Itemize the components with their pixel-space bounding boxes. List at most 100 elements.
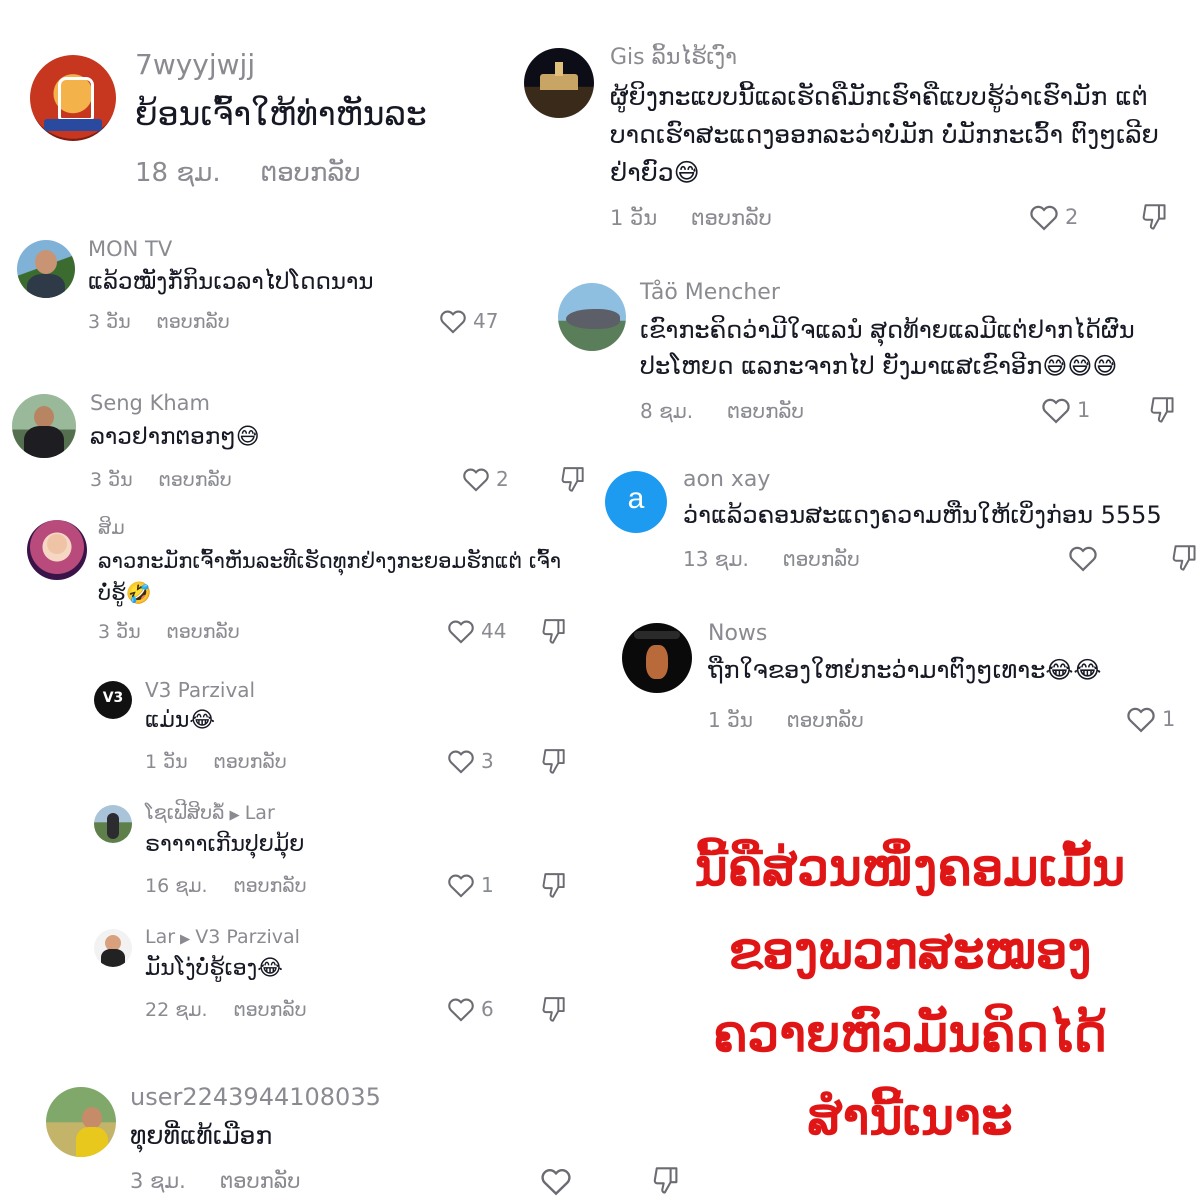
overlay-line: ສຳນີ້ເນາະ [807,1087,1013,1146]
like-button[interactable]: 1 [447,872,494,898]
comment-text: ລາວຢາກຕອກໆ😅 [90,424,260,450]
reply-button[interactable]: ຕອບກລັບ [727,399,804,423]
comment-meta: 3 ວັນ ຕອບກລັບ [90,469,232,491]
avatar-letter: a [627,482,645,515]
heart-icon [463,468,489,492]
avatar[interactable] [622,623,692,693]
like-button[interactable]: 2 [462,466,509,492]
comment-time: 1 ວັນ [610,206,658,230]
avatar[interactable] [524,48,594,118]
comment-username[interactable]: Nows [708,621,767,646]
dislike-icon[interactable] [1149,396,1176,425]
dislike-icon[interactable] [541,996,567,1024]
dislike-icon[interactable] [541,872,567,900]
reply-author[interactable]: Lar [145,926,175,948]
comment-time: 8 ຊມ. [640,399,694,423]
dislike-icon[interactable] [652,1166,680,1196]
avatar[interactable] [94,805,132,843]
avatar[interactable] [12,394,76,458]
comment-username: Lar ▶ V3 Parzival [145,926,300,948]
comment-username[interactable]: 7wyyjwjj [135,48,255,81]
comment-username[interactable]: ສິມ [98,517,125,539]
comment-username[interactable]: Tåö Mencher [640,280,780,305]
avatar[interactable] [17,240,75,298]
reply-button[interactable]: ຕອບກລັບ [261,158,361,188]
heart-icon [448,620,474,644]
like-button[interactable]: 47 [439,308,498,334]
comment-text: ແລ້ວໝັງກໍ້ກິນເວລາໄປໂດດນານ [88,269,374,295]
like-count: 6 [481,997,494,1021]
comment-time: 18 ຊມ. [135,158,221,188]
like-button[interactable]: 2 [1029,203,1078,231]
dislike-icon[interactable] [1141,203,1168,232]
comment-username[interactable]: Seng Kham [90,391,210,415]
comment-time: 13 ຊມ. [683,547,749,571]
avatar[interactable]: V3 [94,681,132,719]
like-count: 1 [481,873,494,897]
comment-time: 16 ຊມ. [145,875,208,897]
like-button[interactable]: 3 [447,748,494,774]
comment-text: ຍ້ອນເຈົ້າໃຫ້ທ່າຫັນລະ [135,94,427,133]
comment-time: 1 ວັນ [708,708,753,732]
heart-icon [541,1169,571,1196]
heart-icon [440,310,466,334]
avatar[interactable] [558,283,626,351]
overlay-line: ຂອງພວກສະໝອງ [728,921,1092,980]
dislike-icon[interactable] [560,466,586,494]
comment-time: 3 ວັນ [88,311,131,333]
comment-username: ໂຊເຟີສິບລໍ້ ▶ Lar [145,802,275,824]
reply-target[interactable]: V3 Parzival [195,926,300,948]
reply-button[interactable]: ຕອບກລັບ [157,311,230,333]
comment-text: ລາວກະມັກເຈົ້າຫັນລະທີເຮັດທຸກຢ່າງກະຍອມຮັກແ… [98,549,562,605]
comment-text: ເຂົາກະຄິດວ່າມີໃຈແລນໍ ສຸດທ້າຍແລມີແຕ່ຢາກໄດ… [640,316,1135,380]
comment-text: ທຸຍທີ່ແທ້ເມືອກ [130,1121,273,1150]
reply-button[interactable]: ຕອບກລັບ [783,547,860,571]
like-count: 2 [496,467,509,491]
comment-time: 3 ວັນ [90,469,133,491]
comment-username[interactable]: user2243944108035 [130,1083,381,1111]
like-button[interactable]: 6 [447,996,494,1022]
comment-meta: 18 ຊມ. ຕອບກລັບ [135,158,361,188]
reply-button[interactable]: ຕອບກລັບ [167,621,240,643]
like-button[interactable] [1068,544,1098,572]
heart-icon [1127,707,1155,733]
reply-button[interactable]: ຕອບກລັບ [234,875,307,897]
comment-meta: 22 ຊມ. ຕອບກລັບ [145,999,307,1021]
comment-text: ຖືກໃຈຂອງໃຫຍ່ກະວ່າມາຕົງໆເທາະ😂😂 [708,656,1102,684]
avatar[interactable]: a [605,471,667,533]
heart-icon [448,998,474,1022]
reply-target[interactable]: Lar [245,802,275,824]
overlay-line: ນີ້ຄືສ່ວນໜຶ່ງຄອມເມັ້ນ [694,838,1126,897]
like-count: 1 [1077,398,1091,422]
comment-meta: 8 ຊມ. ຕອບກລັບ [640,399,804,423]
avatar[interactable] [94,929,132,967]
like-count: 3 [481,749,494,773]
reply-author[interactable]: ໂຊເຟີສິບລໍ້ [145,802,224,824]
reply-button[interactable]: ຕອບກລັບ [159,469,232,491]
avatar[interactable] [27,520,87,580]
like-button[interactable]: 1 [1126,705,1175,733]
comment-text: ມັນໂງ່ບໍ່ຮູ້ເອງ😂 [145,956,283,981]
avatar[interactable] [30,55,116,141]
comment-username[interactable]: aon xay [683,467,770,492]
overlay-caption: ນີ້ຄືສ່ວນໜຶ່ງຄອມເມັ້ນ ຂອງພວກສະໝອງ ຄວາຍຫົ… [620,826,1200,1158]
comment-username[interactable]: Gis ລິ້ນໄຮ້ເງົາ [610,45,737,70]
dislike-icon[interactable] [541,748,567,776]
like-button[interactable]: 44 [447,618,506,644]
comment-username[interactable]: V3 Parzival [145,678,255,702]
heart-icon [448,874,474,898]
comment-text: ແມ່ນ😂 [145,708,216,733]
comment-username[interactable]: MON TV [88,237,172,261]
reply-button[interactable]: ຕອບກລັບ [214,751,287,773]
reply-button[interactable]: ຕອບກລັບ [691,206,772,230]
reply-button[interactable]: ຕອບກລັບ [234,999,307,1021]
avatar[interactable] [46,1087,116,1157]
like-button[interactable]: 1 [1041,396,1090,424]
reply-button[interactable]: ຕອບກລັບ [787,708,864,732]
like-count: 44 [481,619,507,643]
dislike-icon[interactable] [541,618,567,646]
like-button[interactable] [540,1166,572,1196]
reply-button[interactable]: ຕອບກລັບ [220,1169,301,1193]
comment-meta: 1 ວັນ ຕອບກລັບ [610,206,772,230]
dislike-icon[interactable] [1171,544,1198,573]
